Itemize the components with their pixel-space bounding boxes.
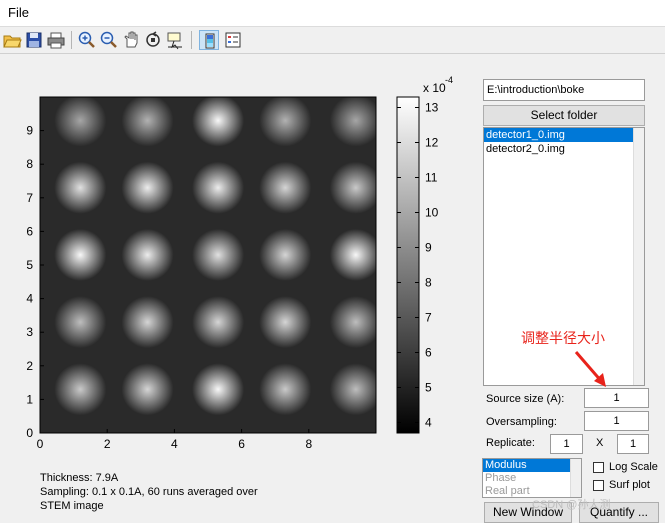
list-item[interactable]: detector2_0.img [484, 142, 644, 156]
y-tick-label: 8 [26, 157, 33, 171]
heatmap-peak [259, 97, 312, 147]
display-mode-modulus[interactable]: Modulus [483, 459, 570, 472]
log-scale-checkbox[interactable] [593, 462, 604, 473]
menu-bar: File [0, 0, 665, 27]
log-scale-label: Log Scale [609, 461, 658, 473]
heatmap-peak [192, 97, 245, 147]
heatmap-peak [192, 161, 245, 214]
annotation-arrow [574, 351, 606, 387]
replicate-label: Replicate: [486, 437, 535, 449]
heatmap-peak [54, 97, 107, 147]
x-tick-label: 2 [104, 437, 111, 451]
y-tick-label: 9 [26, 124, 33, 138]
heatmap-peak [259, 363, 312, 416]
heatmap-peak [192, 296, 245, 349]
oversampling-label: Oversampling: [486, 416, 557, 428]
caption-stem: STEM image [40, 500, 104, 512]
colorbar-tick-label: 12 [425, 136, 439, 150]
heatmap-peak [121, 296, 174, 349]
colorbar-tick-label: 7 [425, 311, 432, 325]
folder-open-icon[interactable] [2, 30, 22, 50]
x-tick-label: 0 [37, 437, 44, 451]
heatmap-peak [329, 363, 376, 416]
colorbar-icon[interactable] [199, 30, 219, 50]
y-tick-label: 2 [26, 359, 33, 373]
heatmap-peak [121, 97, 174, 147]
heatmap-peak [54, 161, 107, 214]
heatmap-peak [329, 161, 376, 214]
toolbar [0, 27, 665, 54]
display-mode-scrollbar[interactable] [570, 459, 581, 497]
legend-icon[interactable] [223, 30, 243, 50]
heatmap-peak [54, 363, 107, 416]
heatmap-peak [192, 363, 245, 416]
heatmap-peak [192, 228, 245, 281]
x-tick-label: 4 [171, 437, 178, 451]
surf-plot-label: Surf plot [609, 479, 650, 491]
display-mode-phase[interactable]: Phase [483, 472, 581, 485]
watermark: CSDN @孙大测 [532, 499, 611, 511]
heatmap-peak [54, 296, 107, 349]
y-tick-label: 0 [26, 426, 33, 440]
colorbar-tick-label: 13 [425, 101, 439, 115]
colorbar-tick-label: 8 [425, 276, 432, 290]
menu-file[interactable]: File [8, 5, 29, 20]
replicate-separator: X [596, 437, 604, 449]
x-tick-label: 6 [238, 437, 245, 451]
select-folder-button[interactable]: Select folder [483, 105, 645, 126]
source-size-label: Source size (A): [486, 393, 565, 405]
colorbar-exponent-power: -4 [445, 75, 453, 85]
file-list-scrollbar[interactable] [633, 128, 644, 385]
y-tick-label: 6 [26, 224, 33, 238]
colorbar-tick-label: 4 [425, 416, 432, 430]
replicate-x-input[interactable]: 1 [550, 434, 583, 454]
folder-path-field[interactable]: E:\introduction\boke [483, 79, 645, 101]
heatmap-peak [259, 161, 312, 214]
y-tick-label: 7 [26, 191, 33, 205]
zoom-out-icon[interactable] [99, 30, 119, 50]
heatmap-peak [54, 228, 107, 281]
caption-thickness: Thickness: 7.9A [40, 472, 119, 484]
colorbar[interactable] [396, 96, 420, 434]
x-tick-label: 8 [305, 437, 312, 451]
heatmap-peak [259, 296, 312, 349]
heatmap-peak [329, 296, 376, 349]
toolbar-separator [191, 31, 192, 49]
rotate-3d-icon[interactable] [143, 30, 163, 50]
y-tick-label: 5 [26, 258, 33, 272]
replicate-y-input[interactable]: 1 [617, 434, 649, 454]
caption-sampling: Sampling: 0.1 x 0.1A, 60 runs averaged o… [40, 486, 258, 498]
colorbar-tick-label: 11 [425, 171, 438, 185]
y-tick-label: 3 [26, 325, 33, 339]
heatmap-peak [121, 228, 174, 281]
heatmap-peak [121, 161, 174, 214]
pan-hand-icon[interactable] [121, 30, 141, 50]
print-icon[interactable] [46, 30, 66, 50]
list-item[interactable]: detector1_0.img [484, 128, 633, 142]
heatmap-peak [329, 97, 376, 147]
plot-area: 02468 0123456789 4 5 6 7 8 9 10 11 12 13 x 10 -4 [0, 54, 480, 523]
heatmap-peak [329, 228, 376, 281]
colorbar-tick-label: 10 [425, 206, 439, 220]
heatmap-peak [121, 363, 174, 416]
save-icon[interactable] [24, 30, 44, 50]
colorbar-exponent: x 10 [423, 81, 446, 95]
annotation-text: 调整半径大小 [521, 330, 605, 346]
source-size-input[interactable]: 1 [584, 388, 649, 408]
y-tick-label: 1 [26, 392, 33, 406]
colorbar-tick-label: 6 [425, 346, 432, 360]
colorbar-tick-label: 5 [425, 381, 432, 395]
zoom-in-icon[interactable] [77, 30, 97, 50]
toolbar-separator [71, 31, 72, 49]
display-mode-list[interactable]: Modulus Phase Real part [482, 458, 582, 498]
heatmap-peak [259, 228, 312, 281]
colorbar-tick-label: 9 [425, 241, 432, 255]
surf-plot-checkbox[interactable] [593, 480, 604, 491]
oversampling-input[interactable]: 1 [584, 411, 649, 431]
data-cursor-icon[interactable] [165, 30, 185, 50]
y-tick-label: 4 [26, 292, 33, 306]
